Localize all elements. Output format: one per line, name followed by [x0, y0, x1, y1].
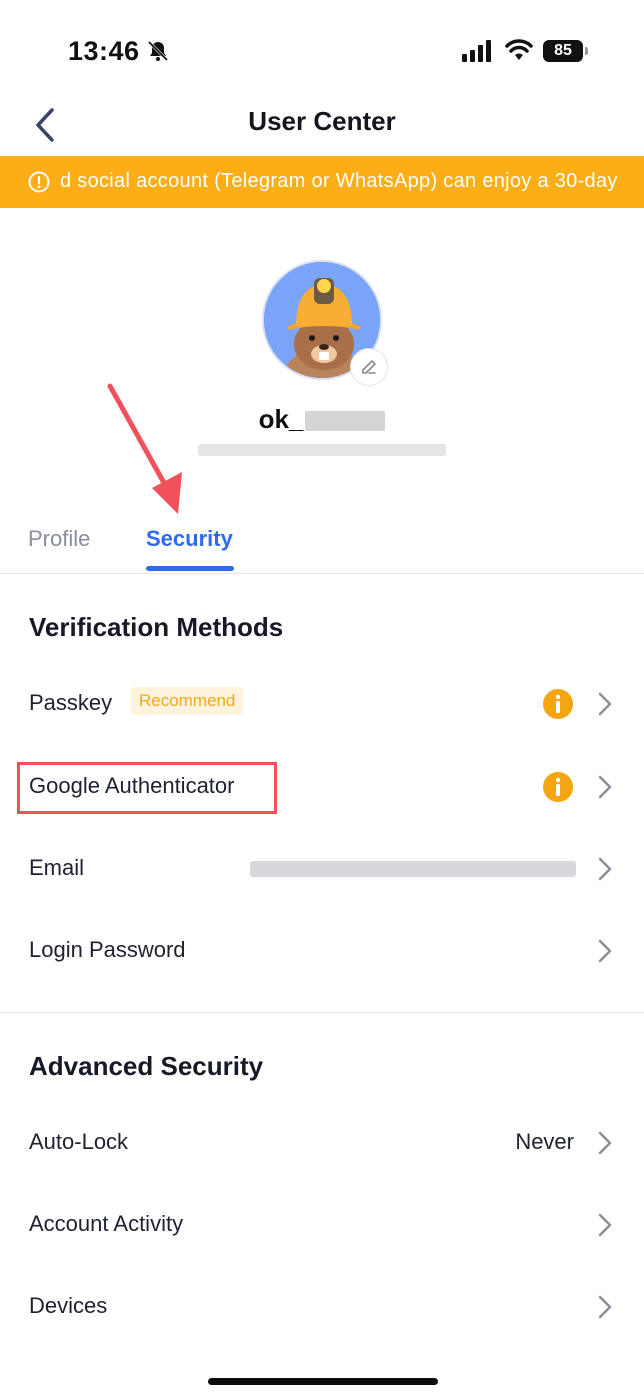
notice-banner[interactable]: d social account (Telegram or WhatsApp) …: [0, 156, 644, 208]
auto-lock-value: Never: [515, 1129, 574, 1154]
status-time: 13:46: [68, 36, 140, 66]
row-login-password[interactable]: Login Password: [0, 921, 644, 981]
row-email[interactable]: Email: [0, 839, 644, 899]
section-title-verification: Verification Methods: [29, 612, 284, 642]
chevron-right-icon: [598, 775, 612, 799]
username: ok_: [0, 404, 644, 435]
edit-avatar-button[interactable]: [350, 348, 388, 386]
signal-icon: [462, 40, 491, 62]
username-text: ok_: [258, 404, 304, 434]
row-label: Auto-Lock: [29, 1129, 129, 1154]
row-label: Passkey: [29, 690, 113, 715]
row-label: Login Password: [29, 937, 186, 962]
edit-pencil-icon: [362, 360, 376, 374]
row-account-activity[interactable]: Account Activity: [0, 1195, 644, 1255]
section-title-advanced: Advanced Security: [29, 1051, 264, 1081]
bell-muted-icon: [147, 40, 169, 62]
chevron-right-icon: [598, 939, 612, 963]
annotation-highlight-box: [17, 762, 277, 814]
battery-tip: [585, 47, 588, 55]
row-auto-lock[interactable]: Auto-Lock Never: [0, 1113, 644, 1173]
info-icon[interactable]: [542, 688, 574, 720]
alert-circle-icon: [28, 171, 50, 193]
recommend-badge: Recommend: [131, 687, 244, 715]
username-redacted: [305, 411, 386, 432]
row-label: Account Activity: [29, 1211, 184, 1236]
chevron-right-icon: [598, 1131, 612, 1155]
tab-bar: Profile Security: [0, 510, 644, 574]
wifi-icon: [505, 39, 533, 60]
tab-profile[interactable]: Profile: [28, 526, 90, 552]
status-bar: 13:46 85: [0, 0, 644, 100]
nav-bar: User Center: [0, 100, 644, 156]
chevron-right-icon: [598, 1213, 612, 1237]
home-indicator[interactable]: [208, 1378, 438, 1385]
page-title: User Center: [248, 106, 396, 136]
info-icon[interactable]: [542, 771, 574, 803]
banner-text: d social account (Telegram or WhatsApp) …: [60, 170, 618, 192]
battery-indicator: 85: [543, 40, 583, 62]
row-devices[interactable]: Devices: [0, 1277, 644, 1337]
tab-security[interactable]: Security: [146, 526, 233, 552]
section-divider: [0, 1012, 644, 1013]
email-value-redacted: [250, 861, 576, 877]
row-passkey[interactable]: Passkey Recommend: [0, 674, 644, 734]
row-label: Email: [29, 855, 85, 880]
row-label: Devices: [29, 1293, 108, 1318]
chevron-right-icon: [598, 1295, 612, 1319]
email-redacted: [198, 444, 446, 456]
tab-active-indicator: [146, 566, 234, 571]
annotation-arrow: [107, 383, 182, 514]
chevron-right-icon: [598, 857, 612, 881]
chevron-right-icon: [598, 692, 612, 716]
avatar[interactable]: [262, 260, 388, 386]
